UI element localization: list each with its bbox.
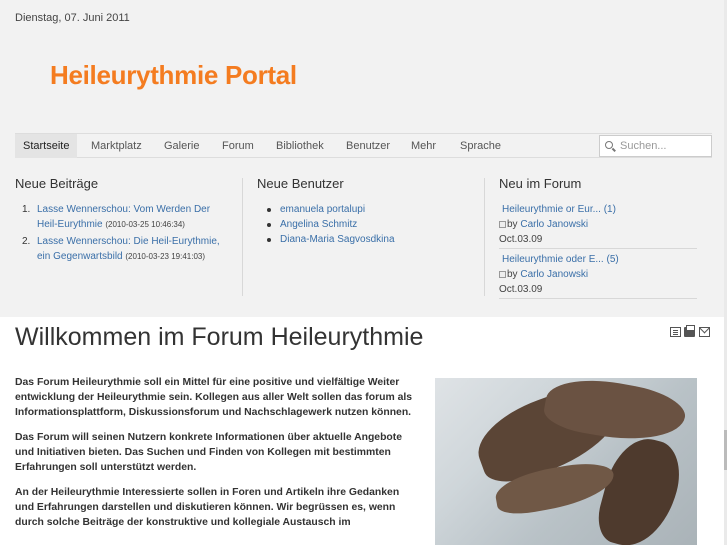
sculpture-shape bbox=[591, 430, 689, 545]
search-placeholder: Suchen... bbox=[620, 140, 667, 152]
forum-date: Oct.03.09 bbox=[499, 234, 543, 245]
post-timestamp: (2010-03-25 10:46:34) bbox=[105, 220, 185, 229]
pdf-icon[interactable] bbox=[670, 327, 681, 337]
forum-entry: Heileurythmie oder E... (5) by Carlo Jan… bbox=[499, 252, 697, 299]
list-number: 2. bbox=[22, 236, 31, 247]
article-paragraph: Das Forum will seinen Nutzern konkrete I… bbox=[15, 432, 403, 473]
author-link[interactable]: Carlo Janowski bbox=[520, 269, 588, 280]
forum-author-line: by Carlo Janowski bbox=[499, 267, 697, 282]
list-number: 1. bbox=[22, 204, 31, 215]
article-paragraph: Das Forum Heileurythmie soll ein Mittel … bbox=[15, 377, 413, 418]
user-icon bbox=[499, 270, 506, 278]
nav-item-startseite[interactable]: Startseite bbox=[15, 134, 78, 158]
header-area: Dienstag, 07. Juni 2011 Heileurythmie Po… bbox=[0, 0, 727, 317]
search-icon bbox=[605, 141, 613, 149]
by-label: by bbox=[507, 219, 518, 230]
forum-topic-link[interactable]: Heileurythmie oder E... (5) bbox=[499, 252, 697, 267]
nav-item-marktplatz[interactable]: Marktplatz bbox=[83, 134, 150, 158]
user-link[interactable]: Angelina Schmitz bbox=[267, 217, 482, 232]
forum-date: Oct.03.09 bbox=[499, 284, 543, 295]
site-logo[interactable]: Heileurythmie Portal bbox=[50, 60, 297, 91]
forum-new-heading: Neu im Forum bbox=[499, 176, 582, 191]
nav-item-sprache[interactable]: Sprache bbox=[452, 134, 509, 158]
list-item: 2. Lasse Wennerschou: Die Heil-Eurythmie… bbox=[15, 234, 230, 264]
new-posts-panel: Neue Beiträge 1. Lasse Wennerschou: Vom … bbox=[15, 176, 230, 266]
nav-item-benutzer[interactable]: Benutzer bbox=[338, 134, 398, 158]
by-label: by bbox=[507, 269, 518, 280]
list-item: 1. Lasse Wennerschou: Vom Werden Der Hei… bbox=[15, 202, 230, 232]
print-icon[interactable] bbox=[684, 325, 695, 337]
new-users-heading: Neue Benutzer bbox=[257, 176, 344, 191]
search-input[interactable]: Suchen... bbox=[599, 135, 712, 157]
column-divider bbox=[242, 178, 243, 296]
forum-author-line: by Carlo Janowski bbox=[499, 217, 697, 232]
user-icon bbox=[499, 220, 506, 228]
current-date: Dienstag, 07. Juni 2011 bbox=[15, 12, 130, 24]
page-title: Willkommen im Forum Heileurythmie bbox=[15, 323, 424, 351]
article-image bbox=[435, 378, 697, 545]
column-divider bbox=[484, 178, 485, 296]
nav-item-forum[interactable]: Forum bbox=[214, 134, 262, 158]
main-navigation: Startseite Marktplatz Galerie Forum Bibl… bbox=[15, 133, 712, 158]
email-icon[interactable] bbox=[699, 327, 710, 337]
user-link[interactable]: emanuela portalupi bbox=[267, 202, 482, 217]
new-users-panel: Neue Benutzer emanuela portalupi Angelin… bbox=[257, 176, 482, 247]
nav-item-bibliothek[interactable]: Bibliothek bbox=[268, 134, 332, 158]
forum-topic-link[interactable]: Heileurythmie or Eur... (1) bbox=[499, 202, 697, 217]
author-link[interactable]: Carlo Janowski bbox=[520, 219, 588, 230]
user-link[interactable]: Diana-Maria Sagvosdkina bbox=[267, 232, 482, 247]
forum-new-panel: Neu im Forum Heileurythmie or Eur... (1)… bbox=[499, 176, 697, 302]
post-timestamp: (2010-03-23 19:41:03) bbox=[125, 252, 206, 261]
new-posts-heading: Neue Beiträge bbox=[15, 176, 99, 191]
forum-entry: Heileurythmie or Eur... (1) by Carlo Jan… bbox=[499, 202, 697, 249]
article-paragraph: An der Heileurythmie Interessierte solle… bbox=[15, 487, 400, 528]
nav-item-galerie[interactable]: Galerie bbox=[156, 134, 207, 158]
nav-item-mehr[interactable]: Mehr bbox=[403, 134, 444, 158]
article-body: Das Forum Heileurythmie soll ein Mittel … bbox=[15, 375, 420, 540]
